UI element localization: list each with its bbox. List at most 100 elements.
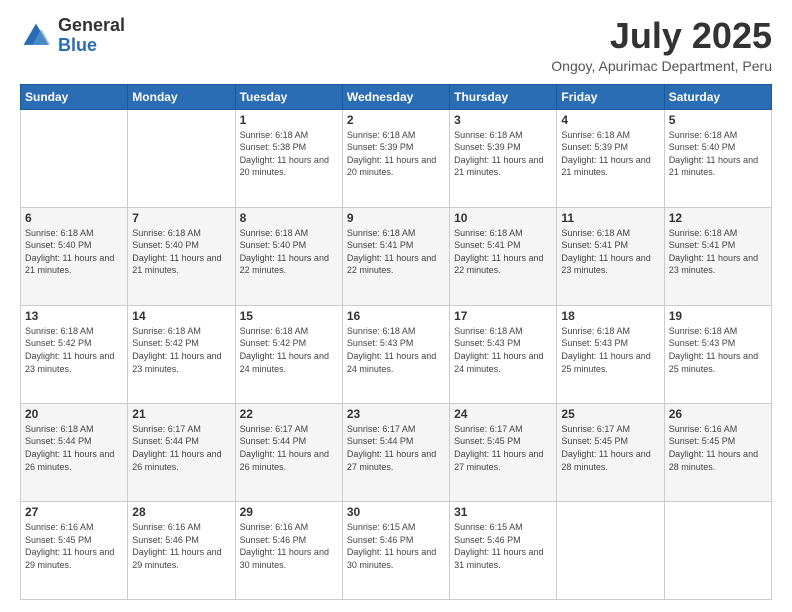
day-info: Sunrise: 6:18 AMSunset: 5:43 PMDaylight:… — [669, 325, 767, 375]
calendar-cell — [128, 109, 235, 207]
day-number: 13 — [25, 309, 123, 323]
calendar-cell: 31Sunrise: 6:15 AMSunset: 5:46 PMDayligh… — [450, 501, 557, 599]
day-number: 5 — [669, 113, 767, 127]
day-info: Sunrise: 6:16 AMSunset: 5:46 PMDaylight:… — [240, 521, 338, 571]
day-info: Sunrise: 6:18 AMSunset: 5:40 PMDaylight:… — [25, 227, 123, 277]
page: General Blue July 2025 Ongoy, Apurimac D… — [0, 0, 792, 612]
calendar-cell: 19 Sunrise: 6:18 AMSunset: 5:43 PMDayligh… — [664, 305, 771, 403]
logo-blue: Blue — [58, 36, 125, 56]
calendar-cell: 13 Sunrise: 6:18 AMSunset: 5:42 PMDayligh… — [21, 305, 128, 403]
calendar-table: SundayMondayTuesdayWednesdayThursdayFrid… — [20, 84, 772, 600]
logo-text: General Blue — [58, 16, 125, 56]
calendar-week-row: 1 Sunrise: 6:18 AMSunset: 5:38 PMDaylight… — [21, 109, 772, 207]
day-number: 10 — [454, 211, 552, 225]
day-number: 24 — [454, 407, 552, 421]
calendar-cell: 29 Sunrise: 6:16 AMSunset: 5:46 PMDayligh… — [235, 501, 342, 599]
day-info: Sunrise: 6:15 AMSunset: 5:46 PMDaylight:… — [347, 521, 445, 571]
calendar-cell: 17 Sunrise: 6:18 AMSunset: 5:43 PMDayligh… — [450, 305, 557, 403]
title-block: July 2025 Ongoy, Apurimac Department, Pe… — [551, 16, 772, 74]
weekday-header: Tuesday — [235, 84, 342, 109]
day-number: 16 — [347, 309, 445, 323]
day-number: 9 — [347, 211, 445, 225]
weekday-header: Thursday — [450, 84, 557, 109]
weekday-header: Saturday — [664, 84, 771, 109]
calendar-cell: 26 Sunrise: 6:16 AMSunset: 5:45 PMDayligh… — [664, 403, 771, 501]
day-number: 29 — [240, 505, 338, 519]
calendar-cell: 27 Sunrise: 6:16 AMSunset: 5:45 PMDayligh… — [21, 501, 128, 599]
day-number: 21 — [132, 407, 230, 421]
calendar-cell: 14Sunrise: 6:18 AMSunset: 5:42 PMDayligh… — [128, 305, 235, 403]
day-number: 7 — [132, 211, 230, 225]
calendar-cell: 28Sunrise: 6:16 AMSunset: 5:46 PMDayligh… — [128, 501, 235, 599]
calendar-cell: 1 Sunrise: 6:18 AMSunset: 5:38 PMDaylight… — [235, 109, 342, 207]
day-number: 18 — [561, 309, 659, 323]
weekday-header: Sunday — [21, 84, 128, 109]
day-info: Sunrise: 6:17 AMSunset: 5:44 PMDaylight:… — [240, 423, 338, 473]
logo-icon — [20, 20, 52, 52]
day-number: 19 — [669, 309, 767, 323]
day-number: 22 — [240, 407, 338, 421]
day-info: Sunrise: 6:18 AMSunset: 5:42 PMDaylight:… — [25, 325, 123, 375]
day-number: 1 — [240, 113, 338, 127]
day-number: 3 — [454, 113, 552, 127]
day-number: 14 — [132, 309, 230, 323]
calendar-cell: 21 Sunrise: 6:17 AMSunset: 5:44 PMDayligh… — [128, 403, 235, 501]
calendar-week-row: 6Sunrise: 6:18 AMSunset: 5:40 PMDaylight… — [21, 207, 772, 305]
calendar-cell: 30 Sunrise: 6:15 AMSunset: 5:46 PMDayligh… — [342, 501, 449, 599]
day-info: Sunrise: 6:17 AMSunset: 5:45 PMDaylight:… — [454, 423, 552, 473]
day-info: Sunrise: 6:17 AMSunset: 5:44 PMDaylight:… — [132, 423, 230, 473]
calendar-week-row: 13 Sunrise: 6:18 AMSunset: 5:42 PMDayligh… — [21, 305, 772, 403]
day-number: 8 — [240, 211, 338, 225]
day-info: Sunrise: 6:18 AMSunset: 5:39 PMDaylight:… — [454, 129, 552, 179]
day-info: Sunrise: 6:18 AMSunset: 5:43 PMDaylight:… — [454, 325, 552, 375]
title-month: July 2025 — [551, 16, 772, 56]
calendar-cell: 15 Sunrise: 6:18 AMSunset: 5:42 PMDayligh… — [235, 305, 342, 403]
calendar-cell: 7 Sunrise: 6:18 AMSunset: 5:40 PMDaylight… — [128, 207, 235, 305]
calendar-cell — [21, 109, 128, 207]
weekday-header-row: SundayMondayTuesdayWednesdayThursdayFrid… — [21, 84, 772, 109]
calendar-cell: 9Sunrise: 6:18 AMSunset: 5:41 PMDaylight… — [342, 207, 449, 305]
calendar-week-row: 27 Sunrise: 6:16 AMSunset: 5:45 PMDayligh… — [21, 501, 772, 599]
day-number: 26 — [669, 407, 767, 421]
day-number: 2 — [347, 113, 445, 127]
day-info: Sunrise: 6:18 AMSunset: 5:44 PMDaylight:… — [25, 423, 123, 473]
title-location: Ongoy, Apurimac Department, Peru — [551, 58, 772, 74]
day-info: Sunrise: 6:17 AMSunset: 5:44 PMDaylight:… — [347, 423, 445, 473]
weekday-header: Friday — [557, 84, 664, 109]
calendar-cell: 23 Sunrise: 6:17 AMSunset: 5:44 PMDayligh… — [342, 403, 449, 501]
calendar-cell: 25Sunrise: 6:17 AMSunset: 5:45 PMDayligh… — [557, 403, 664, 501]
day-number: 4 — [561, 113, 659, 127]
weekday-header: Monday — [128, 84, 235, 109]
calendar-cell: 6Sunrise: 6:18 AMSunset: 5:40 PMDaylight… — [21, 207, 128, 305]
day-info: Sunrise: 6:16 AMSunset: 5:45 PMDaylight:… — [669, 423, 767, 473]
day-info: Sunrise: 6:18 AMSunset: 5:39 PMDaylight:… — [561, 129, 659, 179]
day-info: Sunrise: 6:18 AMSunset: 5:38 PMDaylight:… — [240, 129, 338, 179]
calendar-cell: 4 Sunrise: 6:18 AMSunset: 5:39 PMDaylight… — [557, 109, 664, 207]
day-info: Sunrise: 6:18 AMSunset: 5:40 PMDaylight:… — [669, 129, 767, 179]
logo-general: General — [58, 16, 125, 36]
calendar-cell: 5 Sunrise: 6:18 AMSunset: 5:40 PMDaylight… — [664, 109, 771, 207]
day-info: Sunrise: 6:18 AMSunset: 5:42 PMDaylight:… — [240, 325, 338, 375]
day-info: Sunrise: 6:18 AMSunset: 5:40 PMDaylight:… — [132, 227, 230, 277]
calendar-cell: 8 Sunrise: 6:18 AMSunset: 5:40 PMDaylight… — [235, 207, 342, 305]
calendar-cell: 3 Sunrise: 6:18 AMSunset: 5:39 PMDaylight… — [450, 109, 557, 207]
day-number: 28 — [132, 505, 230, 519]
calendar-cell: 10Sunrise: 6:18 AMSunset: 5:41 PMDayligh… — [450, 207, 557, 305]
day-number: 23 — [347, 407, 445, 421]
day-info: Sunrise: 6:18 AMSunset: 5:41 PMDaylight:… — [669, 227, 767, 277]
day-number: 20 — [25, 407, 123, 421]
day-info: Sunrise: 6:16 AMSunset: 5:45 PMDaylight:… — [25, 521, 123, 571]
day-number: 30 — [347, 505, 445, 519]
calendar-cell: 18Sunrise: 6:18 AMSunset: 5:43 PMDayligh… — [557, 305, 664, 403]
day-number: 12 — [669, 211, 767, 225]
day-number: 17 — [454, 309, 552, 323]
day-number: 25 — [561, 407, 659, 421]
calendar-cell — [664, 501, 771, 599]
day-info: Sunrise: 6:18 AMSunset: 5:40 PMDaylight:… — [240, 227, 338, 277]
day-info: Sunrise: 6:18 AMSunset: 5:41 PMDaylight:… — [561, 227, 659, 277]
day-number: 15 — [240, 309, 338, 323]
day-info: Sunrise: 6:15 AMSunset: 5:46 PMDaylight:… — [454, 521, 552, 571]
calendar-cell: 24 Sunrise: 6:17 AMSunset: 5:45 PMDayligh… — [450, 403, 557, 501]
day-number: 27 — [25, 505, 123, 519]
calendar-cell — [557, 501, 664, 599]
